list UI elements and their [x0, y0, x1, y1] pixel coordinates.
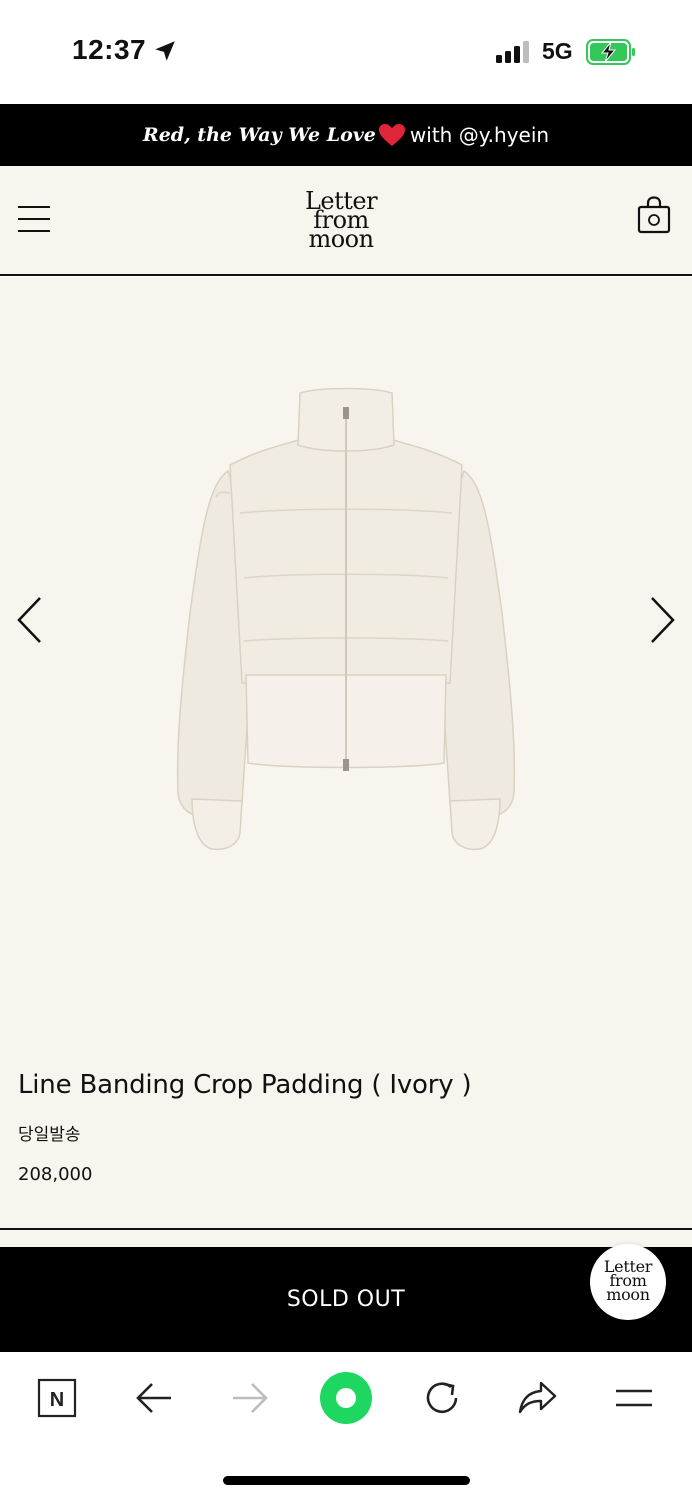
share-icon — [518, 1381, 557, 1414]
menu-icon[interactable] — [18, 204, 50, 232]
product-section: Line Banding Crop Padding ( Ivory ) 당일발송… — [0, 277, 692, 1231]
badge-logo-line: moon — [606, 1285, 650, 1304]
promo-text: with @y.hyein — [409, 123, 550, 147]
product-title: Line Banding Crop Padding ( Ivory ) — [18, 1070, 472, 1100]
signal-icon — [496, 41, 529, 63]
naver-home-icon: N — [37, 1378, 77, 1418]
spacer — [0, 1231, 692, 1247]
share-button[interactable] — [514, 1374, 562, 1422]
sold-out-label: SOLD OUT — [286, 1287, 406, 1312]
chevron-right-icon[interactable] — [646, 595, 678, 645]
shopping-bag-icon[interactable] — [636, 196, 672, 234]
battery-charging-icon — [586, 39, 635, 65]
brand-logo[interactable]: Letter from moon — [296, 189, 386, 253]
home-indicator[interactable] — [223, 1476, 470, 1485]
sold-out-button[interactable]: SOLD OUT — [0, 1247, 692, 1352]
more-menu-button[interactable] — [610, 1374, 658, 1422]
promo-highlight: Red, the Way We Love — [142, 124, 376, 146]
back-button[interactable] — [130, 1374, 178, 1422]
home-button[interactable]: N — [33, 1374, 81, 1422]
product-image[interactable] — [170, 383, 522, 853]
status-bar: 12:37 5G — [0, 0, 692, 104]
forward-button[interactable] — [226, 1374, 274, 1422]
heart-icon — [378, 124, 405, 146]
promo-banner[interactable]: Red, the Way We Love with @y.hyein — [0, 104, 692, 166]
logo-line: moon — [308, 225, 374, 253]
status-time: 12:37 — [72, 34, 147, 65]
hamburger-icon — [616, 1389, 652, 1407]
arrow-right-icon — [233, 1383, 268, 1413]
product-price: 208,000 — [18, 1164, 93, 1185]
shipping-badge: 당일발송 — [18, 1125, 81, 1145]
chevron-left-icon[interactable] — [14, 595, 46, 645]
network-label: 5G — [542, 38, 573, 64]
green-dot-icon — [320, 1372, 372, 1424]
divider — [0, 1228, 692, 1230]
reload-button[interactable] — [418, 1374, 466, 1422]
green-dot-button[interactable] — [318, 1370, 374, 1426]
arrow-left-icon — [136, 1383, 171, 1413]
location-arrow-icon — [155, 41, 175, 61]
floating-brand-button[interactable]: Letter from moon — [590, 1244, 666, 1320]
site-header: Letter from moon — [0, 166, 692, 276]
home-label: N — [50, 1389, 64, 1411]
reload-icon — [426, 1382, 458, 1414]
